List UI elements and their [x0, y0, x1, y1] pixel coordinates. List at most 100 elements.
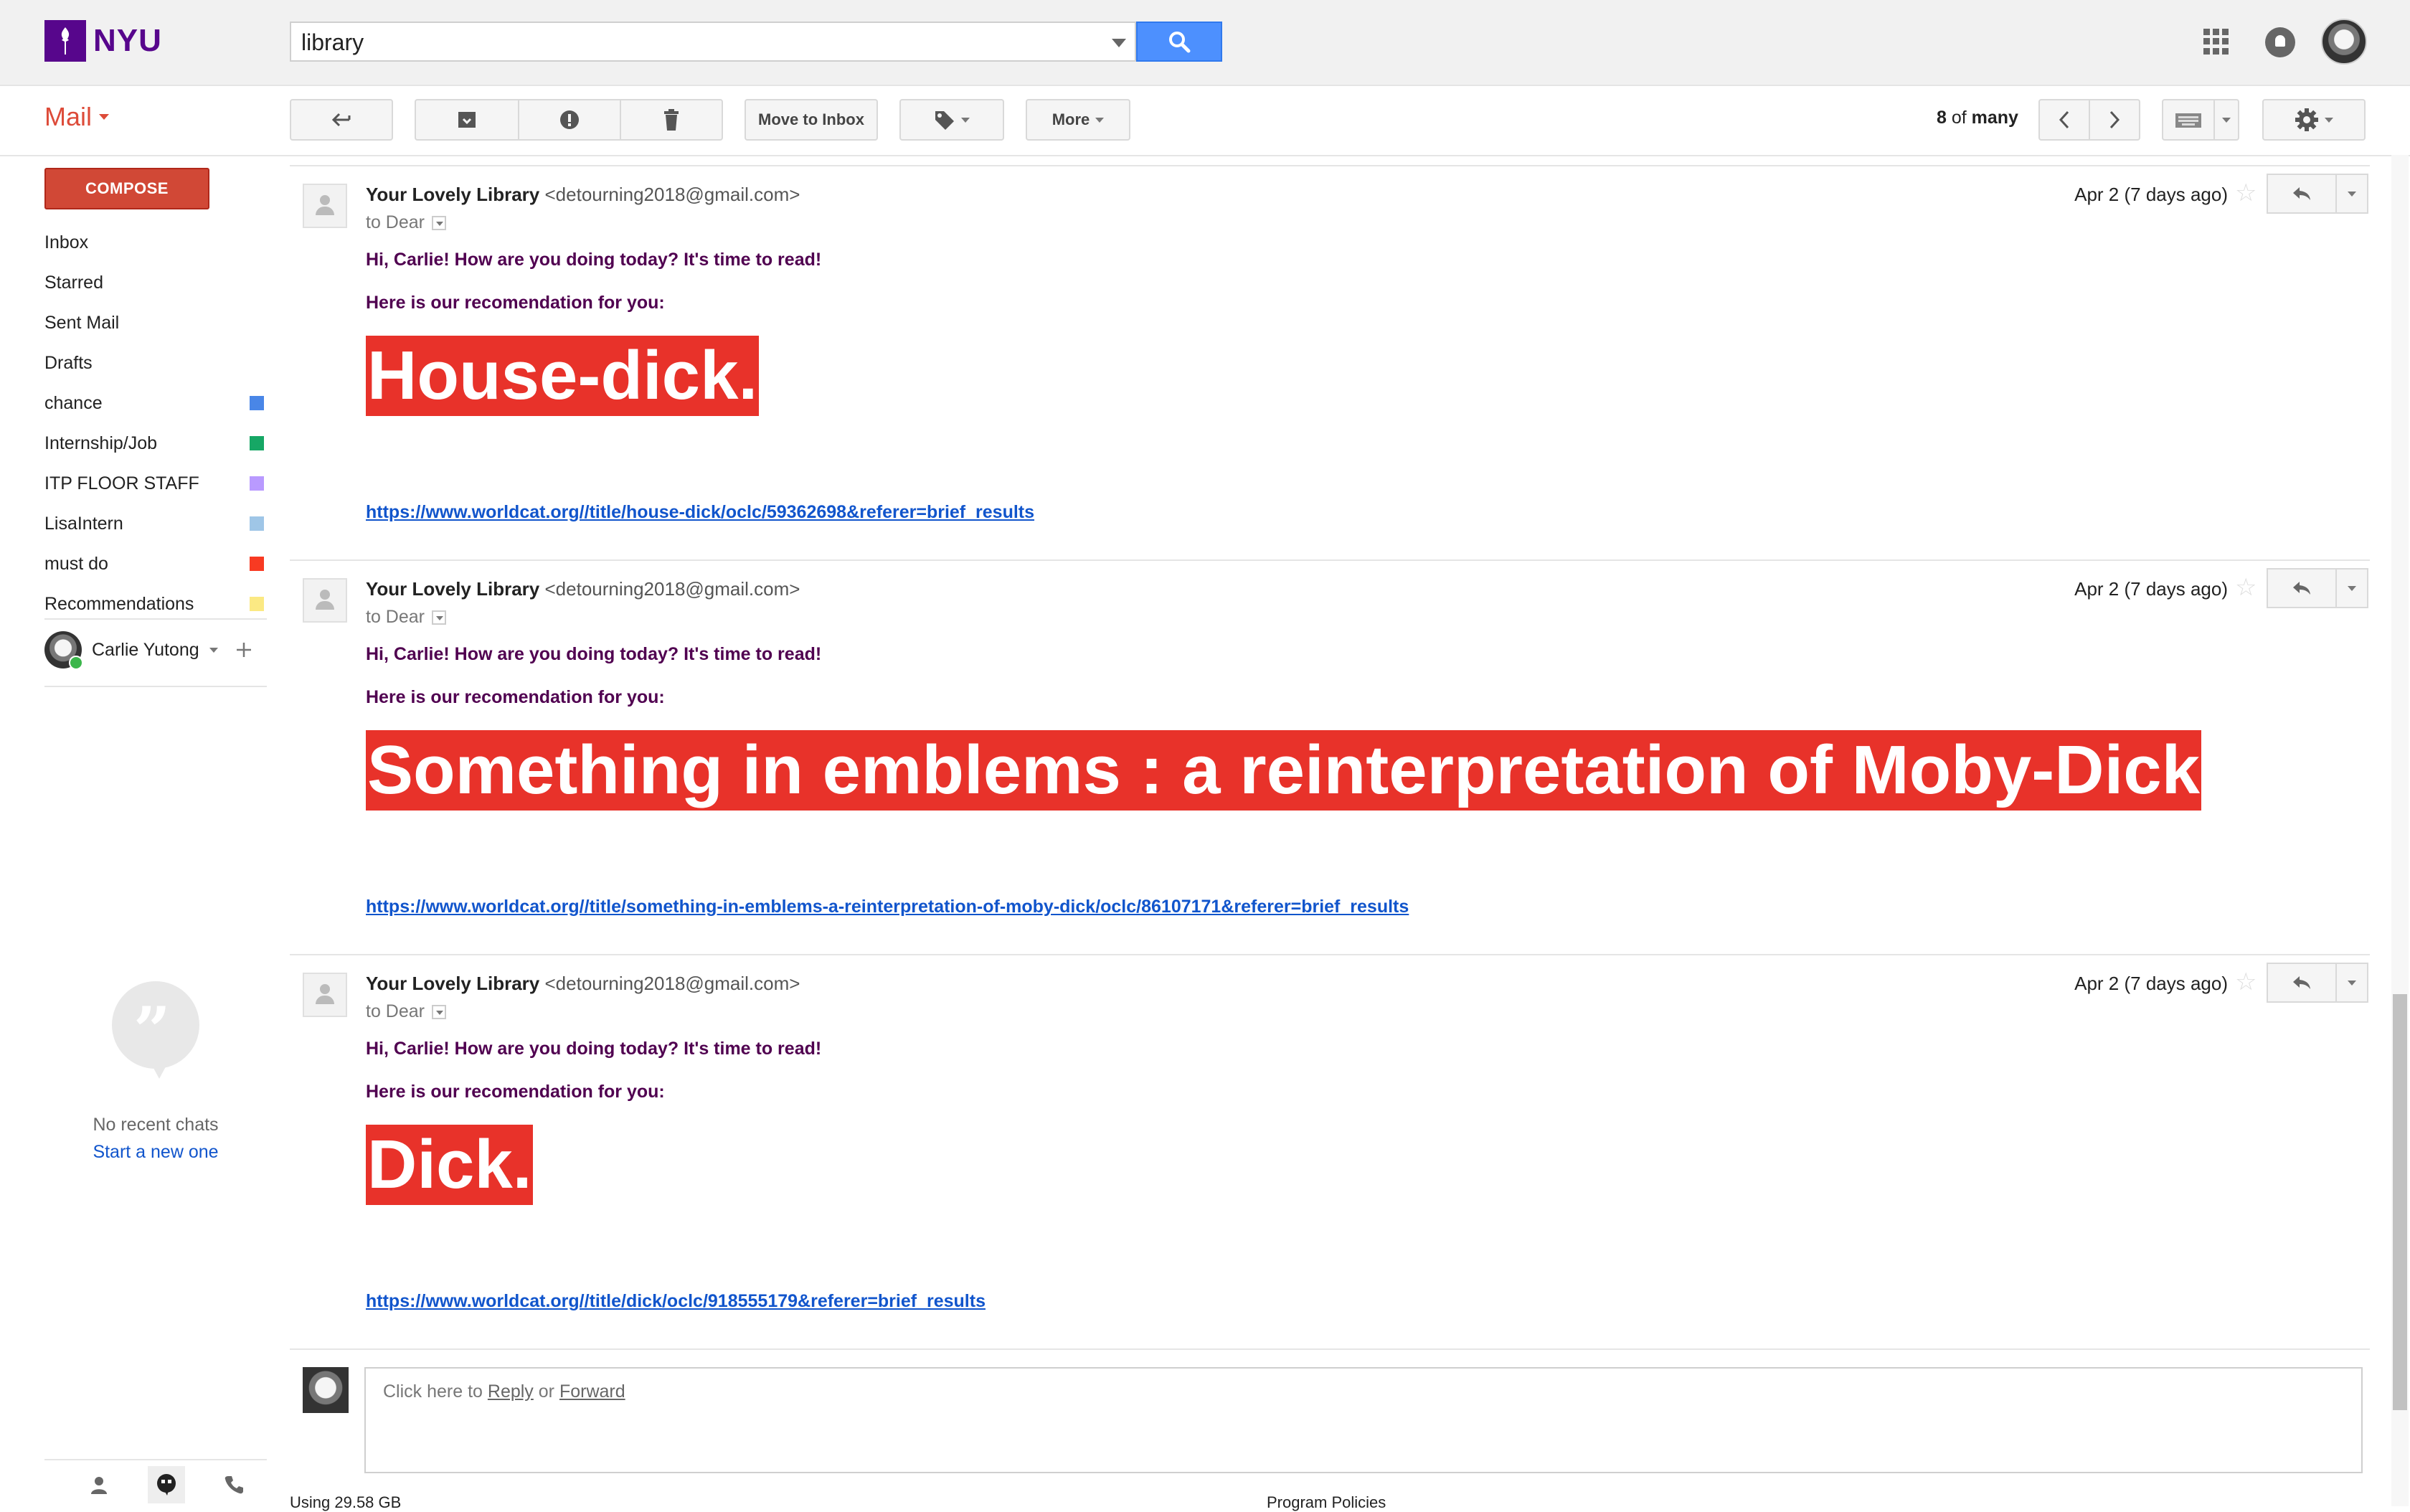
- star-icon[interactable]: ☆: [2235, 575, 2257, 600]
- intro-text: Here is our recomendation for you:: [366, 293, 665, 313]
- message-more-button[interactable]: [2335, 963, 2368, 1003]
- search-button[interactable]: [1136, 22, 1222, 62]
- move-to-inbox-button[interactable]: Move to Inbox: [745, 99, 878, 141]
- archive-button[interactable]: [415, 99, 519, 141]
- nyu-logo[interactable]: NYU: [44, 20, 162, 62]
- message-separator: [290, 954, 2370, 955]
- worldcat-link[interactable]: https://www.worldcat.org//title/house-di…: [366, 502, 1034, 523]
- message-more-button[interactable]: [2335, 568, 2368, 608]
- label-color-swatch[interactable]: [250, 516, 264, 531]
- apps-grid-icon[interactable]: [2203, 29, 2229, 55]
- person-icon: [91, 1477, 107, 1494]
- sender-email: <detourning2018@gmail.com>: [544, 578, 800, 600]
- recipients[interactable]: to Dear: [366, 607, 446, 628]
- sidebar-item-must-do[interactable]: must do: [44, 544, 267, 584]
- sidebar-item-inbox[interactable]: Inbox: [44, 222, 267, 263]
- notifications-icon[interactable]: [2265, 27, 2295, 57]
- compose-button[interactable]: COMPOSE: [44, 168, 209, 209]
- sidebar-item-label: LisaIntern: [44, 513, 123, 534]
- delete-button[interactable]: [620, 99, 723, 141]
- sidebar-item-sent-mail[interactable]: Sent Mail: [44, 303, 267, 343]
- reply-button[interactable]: [2267, 568, 2337, 608]
- search-input[interactable]: [300, 23, 1077, 62]
- worldcat-link[interactable]: https://www.worldcat.org//title/dick/ocl…: [366, 1291, 986, 1312]
- mail-switcher[interactable]: Mail: [44, 102, 110, 132]
- input-tools-dropdown[interactable]: [2213, 99, 2239, 141]
- chevron-down-icon: [961, 117, 970, 123]
- chevron-down-icon: [99, 114, 110, 120]
- sidebar-item-label: Starred: [44, 272, 103, 293]
- scrollbar-thumb[interactable]: [2393, 994, 2407, 1410]
- chevron-down-icon: [2348, 191, 2356, 197]
- sidebar-item-itp-floor-staff[interactable]: ITP FLOOR STAFF: [44, 463, 267, 504]
- sender[interactable]: Your Lovely Library <detourning2018@gmai…: [366, 578, 800, 600]
- sidebar-item-label: Recommendations: [44, 593, 194, 614]
- hangouts-tab[interactable]: [148, 1466, 185, 1503]
- newer-button[interactable]: [2038, 99, 2090, 141]
- search-options-dropdown-icon[interactable]: [1112, 39, 1126, 47]
- reply-button[interactable]: [2267, 963, 2337, 1003]
- sidebar-item-drafts[interactable]: Drafts: [44, 343, 267, 383]
- report-spam-button[interactable]: [518, 99, 621, 141]
- older-button[interactable]: [2089, 99, 2140, 141]
- book-title: Dick.: [366, 1125, 534, 1205]
- recipient-label: to Dear: [366, 212, 425, 232]
- pager-count: 8 of many: [1937, 108, 2018, 128]
- chat-user-status[interactable]: Carlie Yutong: [44, 628, 267, 671]
- recipients[interactable]: to Dear: [366, 212, 446, 233]
- keyboard-icon: [2175, 113, 2201, 128]
- greeting-text: Hi, Carlie! How are you doing today? It'…: [366, 644, 822, 664]
- hangouts-quote-icon: [157, 1474, 176, 1496]
- more-actions-button[interactable]: More: [1026, 99, 1130, 141]
- search-box[interactable]: [290, 22, 1136, 62]
- phone-icon: [225, 1476, 243, 1494]
- star-icon[interactable]: ☆: [2235, 970, 2257, 994]
- sidebar-item-chance[interactable]: chance: [44, 383, 267, 423]
- reply-button[interactable]: [2267, 174, 2337, 214]
- program-policies-link[interactable]: Program Policies: [1267, 1493, 1386, 1512]
- pager-of: of: [1946, 108, 1972, 128]
- label-color-swatch[interactable]: [250, 396, 264, 410]
- label-color-swatch[interactable]: [250, 557, 264, 571]
- recipients[interactable]: to Dear: [366, 1001, 446, 1022]
- reply-icon: [2293, 187, 2310, 200]
- input-tools-button[interactable]: [2162, 99, 2215, 141]
- contacts-tab[interactable]: [80, 1466, 118, 1503]
- intro-text: Here is our recomendation for you:: [366, 687, 665, 707]
- label-list: Inbox Starred Sent Mail Drafts chance In…: [44, 222, 267, 624]
- intro-text: Here is our recomendation for you:: [366, 1082, 665, 1102]
- details-dropdown-icon[interactable]: [431, 215, 446, 230]
- chevron-right-icon: [2109, 110, 2120, 129]
- message-date: Apr 2 (7 days ago): [2074, 578, 2228, 600]
- details-dropdown-icon[interactable]: [431, 1004, 446, 1019]
- sidebar-item-internship-job[interactable]: Internship/Job: [44, 423, 267, 463]
- back-to-list-button[interactable]: [290, 99, 393, 141]
- sender[interactable]: Your Lovely Library <detourning2018@gmai…: [366, 184, 800, 206]
- label-tag-icon: [935, 111, 954, 130]
- message-separator: [290, 165, 2370, 166]
- reply-link[interactable]: Reply: [488, 1381, 534, 1402]
- phone-tab[interactable]: [215, 1466, 252, 1503]
- account-avatar[interactable]: [2321, 19, 2367, 65]
- details-dropdown-icon[interactable]: [431, 610, 446, 625]
- chevron-down-icon[interactable]: [209, 647, 218, 653]
- sidebar-item-starred[interactable]: Starred: [44, 263, 267, 303]
- label-color-swatch[interactable]: [250, 597, 264, 611]
- sender[interactable]: Your Lovely Library <detourning2018@gmai…: [366, 973, 800, 995]
- add-icon[interactable]: [235, 641, 252, 658]
- message-separator: [290, 1348, 2370, 1350]
- sender-email: <detourning2018@gmail.com>: [544, 973, 800, 994]
- back-arrow-icon: [331, 113, 351, 127]
- label-color-swatch[interactable]: [250, 476, 264, 491]
- sender-email: <detourning2018@gmail.com>: [544, 184, 800, 205]
- start-new-chat-link[interactable]: Start a new one: [44, 1142, 267, 1163]
- worldcat-link[interactable]: https://www.worldcat.org//title/somethin…: [366, 897, 1409, 917]
- settings-button[interactable]: [2262, 99, 2366, 141]
- star-icon[interactable]: ☆: [2235, 181, 2257, 205]
- message-more-button[interactable]: [2335, 174, 2368, 214]
- label-color-swatch[interactable]: [250, 436, 264, 450]
- reply-box[interactable]: Click here to Reply or Forward: [364, 1367, 2363, 1473]
- labels-button[interactable]: [899, 99, 1004, 141]
- forward-link[interactable]: Forward: [559, 1381, 625, 1402]
- sidebar-item-lisaintern[interactable]: LisaIntern: [44, 504, 267, 544]
